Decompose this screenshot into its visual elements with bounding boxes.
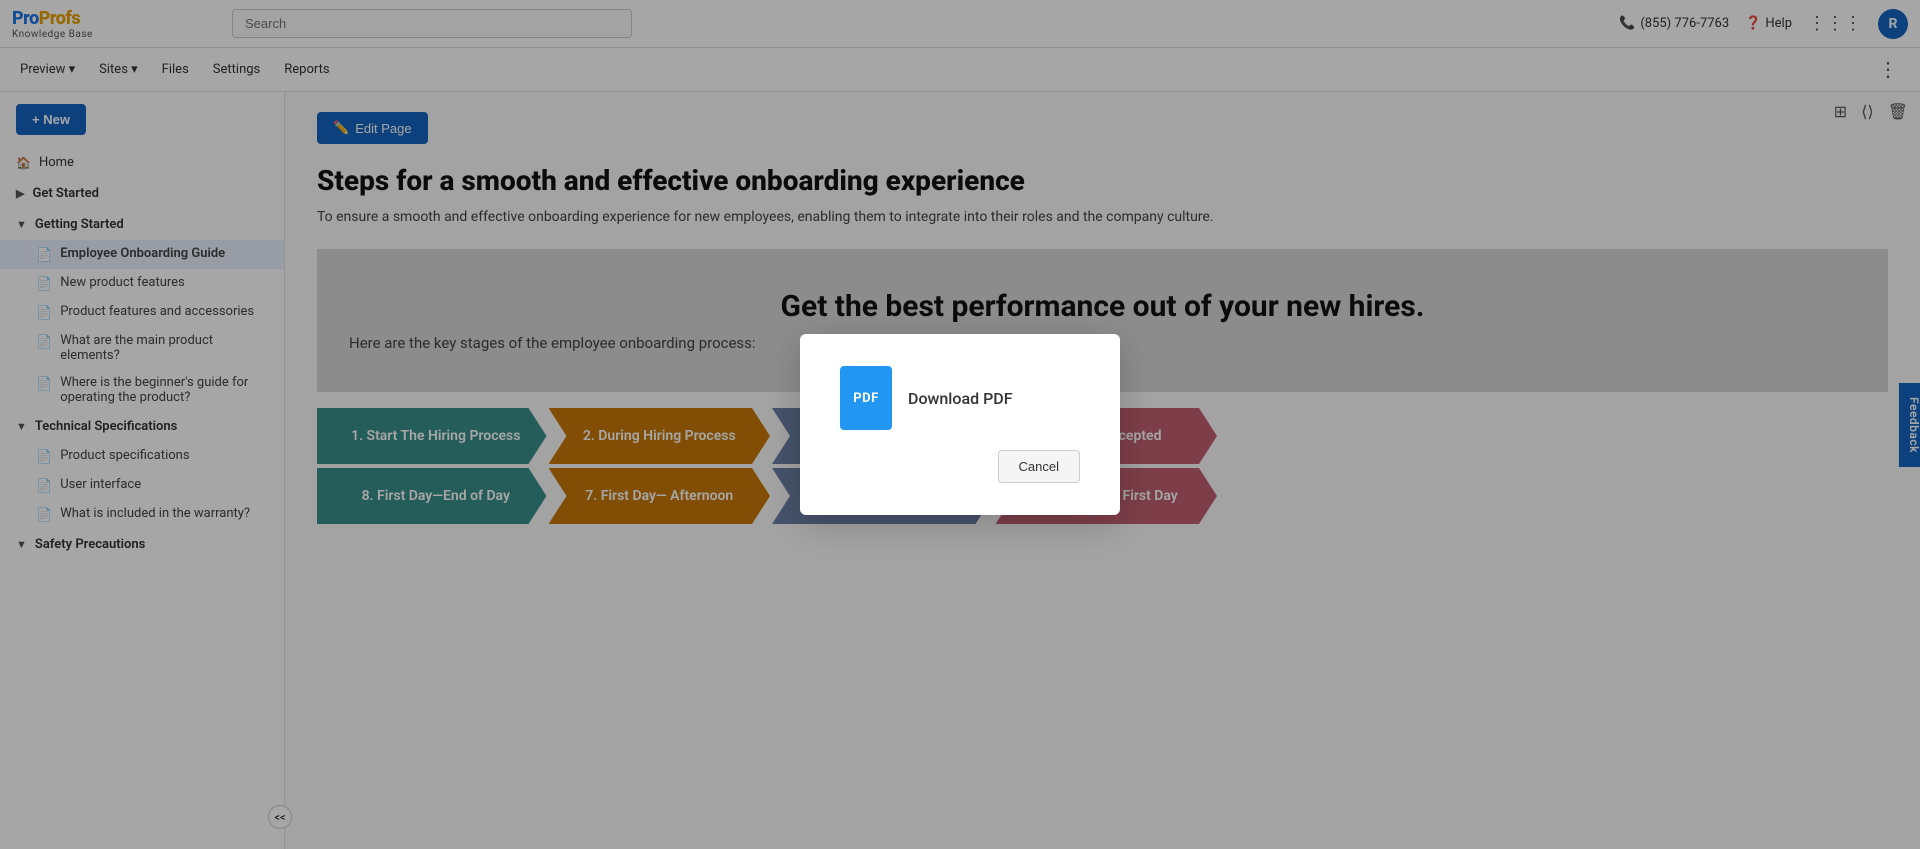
pdf-icon: PDF [840,366,892,430]
modal-overlay[interactable]: PDF Download PDF Cancel [0,0,1920,849]
modal-actions: Cancel [998,450,1080,483]
cancel-button[interactable]: Cancel [998,450,1080,483]
modal-top: PDF Download PDF [840,366,1013,430]
download-pdf-modal: PDF Download PDF Cancel [800,334,1120,515]
download-pdf-text: Download PDF [908,389,1013,408]
